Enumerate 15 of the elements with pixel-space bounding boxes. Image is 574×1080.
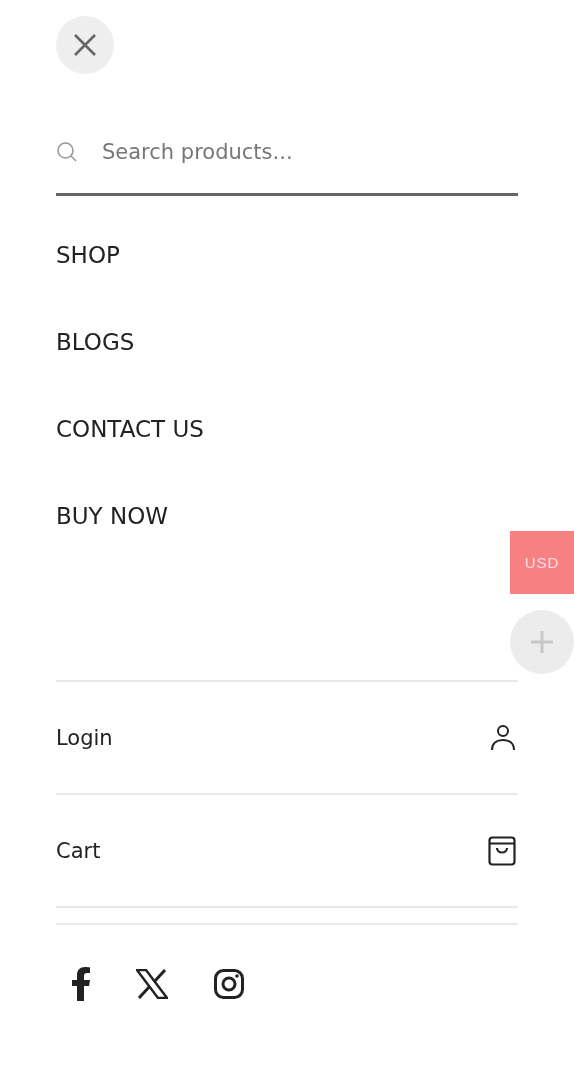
menu-link[interactable]: BUY NOW	[56, 505, 169, 528]
user-icon	[490, 723, 516, 752]
instagram-icon[interactable]	[214, 969, 244, 999]
menu-link[interactable]: CONTACT US	[56, 418, 204, 441]
account-link[interactable]: Cart	[56, 795, 518, 908]
menu-link[interactable]: SHOP	[56, 244, 120, 267]
search-icon	[56, 140, 78, 163]
x-logo-icon[interactable]	[136, 969, 168, 999]
facebook-icon[interactable]	[72, 967, 90, 1001]
shopping-bag-icon	[488, 835, 516, 866]
plus-icon	[531, 631, 553, 653]
close-icon	[73, 33, 97, 57]
account-link[interactable]: Login	[56, 682, 518, 795]
menu-link[interactable]: BLOGS	[56, 331, 135, 354]
search-field[interactable]: Search products...	[102, 139, 518, 164]
